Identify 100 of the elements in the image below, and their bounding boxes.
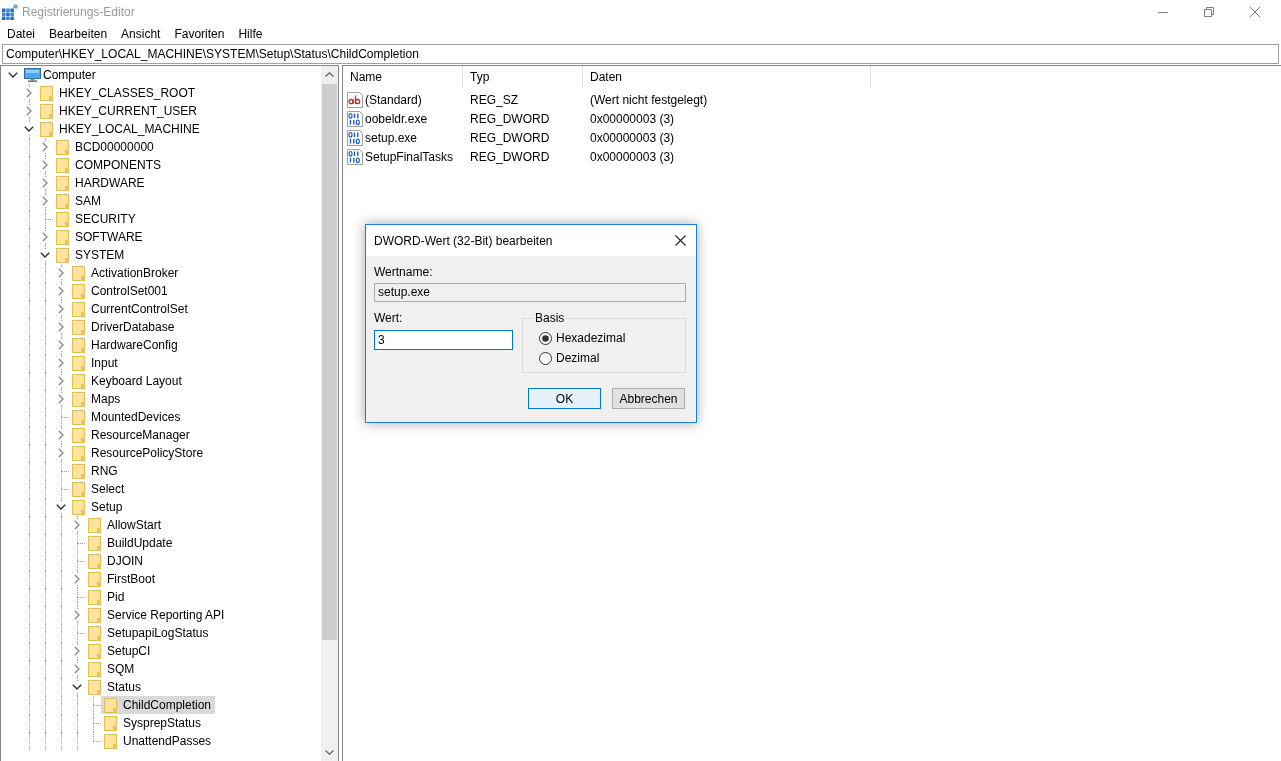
input-field[interactable]: 3 bbox=[374, 330, 513, 350]
tree-item[interactable]: Setup bbox=[69, 498, 127, 516]
chevron-right-icon[interactable] bbox=[56, 448, 66, 458]
tree-item[interactable]: SAM bbox=[53, 192, 105, 210]
tree-item[interactable]: BCD00000000 bbox=[53, 138, 158, 156]
tree-item[interactable]: ResourceManager bbox=[69, 426, 194, 444]
tree-item[interactable]: DriverDatabase bbox=[69, 318, 179, 336]
chevron-right-icon[interactable] bbox=[24, 88, 34, 98]
tree-item[interactable]: Service Reporting API bbox=[85, 606, 229, 624]
menu-item[interactable]: Hilfe bbox=[231, 24, 270, 44]
folder-icon bbox=[72, 319, 85, 335]
chevron-right-icon[interactable] bbox=[56, 304, 66, 314]
chevron-right-icon[interactable] bbox=[56, 358, 66, 368]
tree-item[interactable]: ActivationBroker bbox=[69, 264, 183, 282]
dialog-button[interactable]: OK bbox=[528, 388, 601, 409]
tree-item[interactable]: UnattendPasses bbox=[101, 732, 216, 750]
table-cell-text: REG_DWORD bbox=[469, 149, 551, 164]
chevron-right-icon[interactable] bbox=[56, 394, 66, 404]
tree-item[interactable]: SetupapiLogStatus bbox=[85, 624, 213, 642]
window-title: Registrierungs-Editor bbox=[22, 5, 135, 19]
table-cell-text: REG_DWORD bbox=[469, 111, 551, 126]
tree-item[interactable]: ControlSet001 bbox=[69, 282, 172, 300]
tree-item[interactable]: AllowStart bbox=[85, 516, 166, 534]
tree-item[interactable]: CurrentControlSet bbox=[69, 300, 192, 318]
tree-item[interactable]: Pid bbox=[85, 588, 129, 606]
chevron-right-icon[interactable] bbox=[56, 430, 66, 440]
scrollbar-thumb[interactable] bbox=[322, 84, 337, 640]
table-cell-text: (Wert nicht festgelegt) bbox=[589, 92, 709, 107]
tree-item[interactable]: HKEY_CURRENT_USER bbox=[37, 102, 202, 120]
chevron-right-icon[interactable] bbox=[72, 610, 82, 620]
list-item[interactable]: oobeldr.exe bbox=[347, 109, 430, 128]
tree-item[interactable]: SYSTEM bbox=[53, 246, 129, 264]
chevron-up-icon[interactable] bbox=[325, 72, 334, 77]
tree-item[interactable]: SysprepStatus bbox=[101, 714, 206, 732]
tree-item[interactable]: HKEY_CLASSES_ROOT bbox=[37, 84, 200, 102]
folder-icon bbox=[56, 211, 69, 227]
tree-item[interactable]: MountedDevices bbox=[69, 408, 185, 426]
chevron-down-icon[interactable] bbox=[56, 502, 66, 512]
tree-item[interactable]: SQM bbox=[85, 660, 139, 678]
tree-item[interactable]: ChildCompletion bbox=[101, 696, 216, 714]
menu-item[interactable]: Datei bbox=[0, 24, 42, 44]
tree-item[interactable]: HARDWARE bbox=[53, 174, 149, 192]
chevron-right-icon[interactable] bbox=[24, 106, 34, 116]
chevron-right-icon[interactable] bbox=[40, 232, 50, 242]
chevron-down-icon[interactable] bbox=[24, 124, 34, 134]
tree-item[interactable]: ResourcePolicyStore bbox=[69, 444, 208, 462]
tree-item[interactable]: FirstBoot bbox=[85, 570, 159, 588]
folder-icon bbox=[88, 643, 101, 659]
folder-icon bbox=[88, 571, 101, 587]
chevron-right-icon[interactable] bbox=[40, 160, 50, 170]
field-label: Wert: bbox=[374, 311, 404, 325]
menu-item[interactable]: Favoriten bbox=[167, 24, 232, 44]
tree-item[interactable]: SOFTWARE bbox=[53, 228, 147, 246]
tree-item[interactable]: Select bbox=[69, 480, 129, 498]
chevron-right-icon[interactable] bbox=[56, 268, 66, 278]
folder-icon bbox=[56, 247, 69, 263]
chevron-down-icon[interactable] bbox=[8, 70, 18, 80]
chevron-right-icon[interactable] bbox=[72, 574, 82, 584]
table-cell-text: 0x00000003 (3) bbox=[589, 111, 676, 126]
chevron-right-icon[interactable] bbox=[72, 646, 82, 656]
restore-icon bbox=[1204, 7, 1214, 17]
chevron-down-icon[interactable] bbox=[40, 250, 50, 260]
folder-icon bbox=[72, 355, 85, 371]
chevron-right-icon[interactable] bbox=[40, 178, 50, 188]
folder-icon bbox=[88, 517, 101, 533]
radio-button[interactable] bbox=[539, 331, 552, 345]
chevron-right-icon[interactable] bbox=[72, 520, 82, 530]
radio-button[interactable] bbox=[539, 351, 552, 365]
tree-item[interactable]: BuildUpdate bbox=[85, 534, 177, 552]
tree-item[interactable]: Computer bbox=[21, 66, 100, 84]
folder-icon bbox=[88, 589, 101, 605]
chevron-right-icon[interactable] bbox=[56, 322, 66, 332]
address-field[interactable]: Computer\HKEY_LOCAL_MACHINE\SYSTEM\Setup\Status\ChildCompletion bbox=[2, 44, 1279, 64]
folder-icon bbox=[104, 697, 117, 713]
chevron-right-icon[interactable] bbox=[72, 664, 82, 674]
list-item[interactable]: SetupFinalTasks bbox=[347, 147, 456, 166]
chevron-right-icon[interactable] bbox=[40, 196, 50, 206]
menu-item[interactable]: Ansicht bbox=[114, 24, 168, 44]
tree-item[interactable]: RNG bbox=[69, 462, 122, 480]
tree-item[interactable]: Keyboard Layout bbox=[69, 372, 186, 390]
chevron-right-icon[interactable] bbox=[56, 376, 66, 386]
list-item[interactable]: (Standard) bbox=[347, 90, 424, 109]
tree-item[interactable]: SECURITY bbox=[53, 210, 140, 228]
tree-item[interactable]: SetupCI bbox=[85, 642, 155, 660]
chevron-down-icon[interactable] bbox=[72, 682, 82, 692]
chevron-right-icon[interactable] bbox=[56, 340, 66, 350]
tree-item[interactable]: HardwareConfig bbox=[69, 336, 182, 354]
folder-icon bbox=[56, 229, 69, 245]
scrollbar[interactable] bbox=[321, 66, 338, 761]
tree-item[interactable]: HKEY_LOCAL_MACHINE bbox=[37, 120, 204, 138]
chevron-right-icon[interactable] bbox=[56, 286, 66, 296]
chevron-right-icon[interactable] bbox=[40, 142, 50, 152]
tree-item[interactable]: Input bbox=[69, 354, 122, 372]
tree-item[interactable]: Maps bbox=[69, 390, 125, 408]
dialog-button[interactable]: Abbrechen bbox=[612, 388, 685, 409]
tree-item[interactable]: DJOIN bbox=[85, 552, 147, 570]
menu-item[interactable]: Bearbeiten bbox=[42, 24, 115, 44]
tree-item[interactable]: Status bbox=[85, 678, 146, 696]
list-item[interactable]: setup.exe bbox=[347, 128, 420, 147]
tree-item[interactable]: COMPONENTS bbox=[53, 156, 165, 174]
